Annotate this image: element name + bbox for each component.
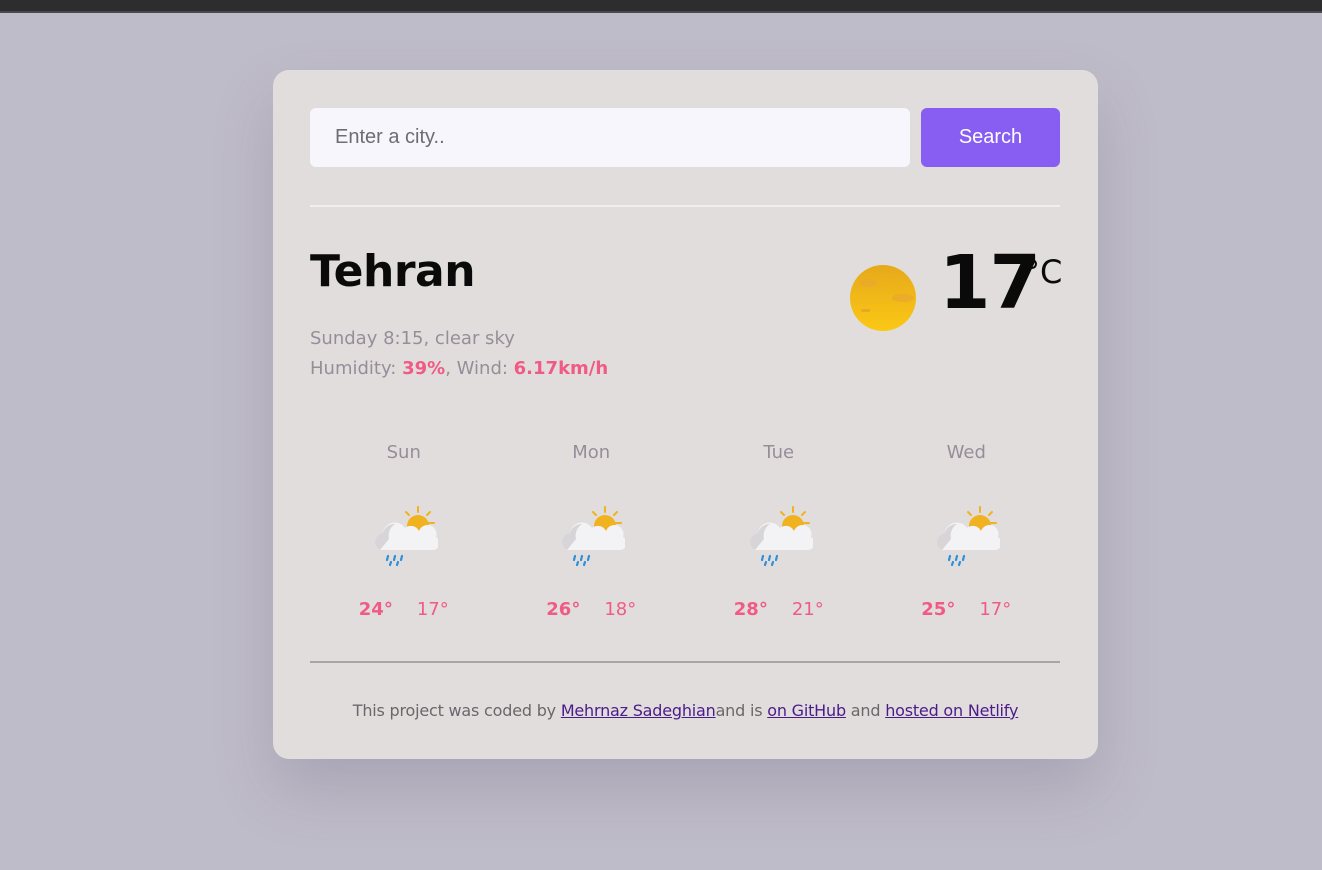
top-divider	[310, 205, 1060, 207]
cloud-sun-rain-icon	[937, 506, 1001, 567]
forecast-min-temp: 18°	[604, 599, 637, 620]
footer: This project was coded by Mehrnaz Sadegh…	[273, 698, 1098, 724]
forecast-day-name: Tue	[763, 442, 795, 463]
forecast-day: Wed 25° 17°	[873, 435, 1061, 635]
forecast-day: Sun 24° 17°	[310, 435, 498, 635]
github-link[interactable]: on GitHub	[767, 701, 846, 720]
city-name: Tehran	[310, 246, 476, 297]
forecast-max-temp: 28°	[733, 599, 768, 620]
forecast-day: Mon 26° 18°	[498, 435, 686, 635]
forecast-min-temp: 21°	[791, 599, 824, 620]
author-link[interactable]: Mehrnaz Sadeghian	[561, 701, 716, 720]
forecast-max-temp: 26°	[546, 599, 581, 620]
forecast-day-name: Mon	[572, 442, 611, 463]
cloud-sun-rain-icon	[562, 506, 626, 567]
forecast-max-temp: 24°	[358, 599, 393, 620]
humidity-wind-line: Humidity: 39%, Wind: 6.17km/h	[310, 354, 608, 384]
footer-text-and: and	[845, 701, 886, 720]
clear-sky-sun-icon	[850, 265, 916, 331]
forecast-min-temp: 17°	[979, 599, 1012, 620]
humidity-value: 39%	[402, 358, 446, 379]
footer-text-and-is: and is	[715, 701, 768, 720]
cloud-sun-rain-icon	[749, 506, 813, 567]
date-description: Sunday 8:15, clear sky	[310, 328, 515, 349]
bottom-divider	[310, 661, 1060, 663]
current-details: Sunday 8:15, clear sky Humidity: 39%, Wi…	[310, 324, 608, 384]
netlify-link[interactable]: hosted on Netlify	[885, 701, 1018, 720]
forecast-day-name: Sun	[386, 442, 421, 463]
forecast-temps: 28° 21°	[685, 598, 873, 622]
footer-text-coded-by: This project was coded by	[352, 701, 561, 720]
browser-top-bar	[0, 0, 1322, 13]
wind-label: , Wind:	[445, 358, 514, 379]
temperature-unit: °C	[1024, 253, 1063, 291]
forecast-day-name: Wed	[946, 442, 986, 463]
weather-app-card: Search Tehran Sunday 8:15, clear sky Hum…	[273, 70, 1098, 759]
forecast-max-temp: 25°	[921, 599, 956, 620]
forecast-temps: 26° 18°	[498, 598, 686, 622]
forecast-row: Sun 24° 17° Mon 26° 18° Tue 28° 21° Wed …	[310, 435, 1060, 635]
search-button[interactable]: Search	[921, 108, 1060, 167]
forecast-min-temp: 17°	[416, 599, 449, 620]
forecast-day: Tue 28° 21°	[685, 435, 873, 635]
city-search-input[interactable]	[310, 108, 910, 167]
wind-value: 6.17km/h	[513, 358, 609, 379]
humidity-label: Humidity:	[310, 358, 403, 379]
forecast-temps: 24° 17°	[310, 598, 498, 622]
forecast-temps: 25° 17°	[873, 598, 1061, 622]
cloud-sun-rain-icon	[374, 506, 438, 567]
